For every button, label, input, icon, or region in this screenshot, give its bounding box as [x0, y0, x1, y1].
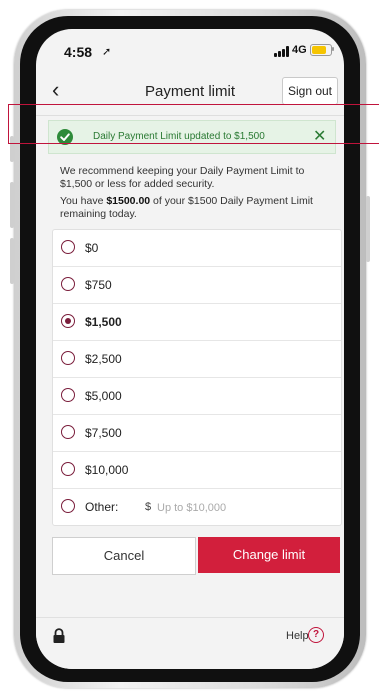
- option-10000[interactable]: $10,000: [53, 452, 341, 489]
- option-7500[interactable]: $7,500: [53, 415, 341, 452]
- option-label: $7,500: [85, 426, 122, 440]
- volume-down-button: [10, 238, 14, 284]
- remaining-prefix: You have: [60, 195, 107, 207]
- remaining-amount: $1500.00: [106, 195, 151, 207]
- option-label: $0: [85, 241, 99, 255]
- volume-up-button: [10, 182, 14, 228]
- radio-button-selected[interactable]: [61, 314, 75, 328]
- radio-button[interactable]: [61, 240, 75, 254]
- radio-button[interactable]: [61, 388, 75, 402]
- help-link[interactable]: Help: [286, 630, 309, 642]
- option-other[interactable]: Other: $: [53, 489, 341, 525]
- option-2500[interactable]: $2,500: [53, 341, 341, 378]
- network-type: 4G: [292, 44, 307, 56]
- power-button: [366, 196, 370, 262]
- location-icon: ➚: [102, 46, 112, 58]
- lock-icon: [53, 628, 65, 643]
- option-1500[interactable]: $1,500: [53, 304, 341, 341]
- option-750[interactable]: $750: [53, 267, 341, 304]
- recommendation-text: We recommend keeping your Daily Payment …: [60, 165, 305, 190]
- radio-button[interactable]: [61, 277, 75, 291]
- radio-button[interactable]: [61, 499, 75, 513]
- radio-button[interactable]: [61, 351, 75, 365]
- status-bar: 4:58 ➚ 4G: [36, 29, 344, 67]
- remaining-text: You have $1500.00 of your $1500 Daily Pa…: [60, 195, 330, 221]
- currency-prefix: $: [145, 501, 152, 513]
- footer-bar: Help ?: [36, 617, 344, 669]
- limit-options-list: $0 $750 $1,500 $2,500 $5,000 $7,500 $10,…: [52, 229, 342, 526]
- battery-icon: [310, 44, 332, 56]
- option-label: Other:: [85, 500, 119, 514]
- option-label: $10,000: [85, 463, 129, 477]
- option-0[interactable]: $0: [53, 230, 341, 267]
- change-limit-button[interactable]: Change limit: [198, 537, 340, 573]
- battery-tip: [332, 47, 334, 51]
- highlight-box: [8, 104, 379, 144]
- other-amount-input[interactable]: [155, 496, 309, 520]
- option-label: $750: [85, 278, 112, 292]
- radio-button[interactable]: [61, 425, 75, 439]
- option-label: $1,500: [85, 315, 122, 329]
- sign-out-button[interactable]: Sign out: [282, 77, 338, 105]
- option-label: $5,000: [85, 389, 122, 403]
- option-5000[interactable]: $5,000: [53, 378, 341, 415]
- help-question-icon[interactable]: ?: [308, 627, 324, 643]
- cancel-button[interactable]: Cancel: [52, 537, 196, 575]
- status-time: 4:58: [64, 44, 93, 60]
- option-label: $2,500: [85, 352, 122, 366]
- signal-icon: [274, 46, 290, 57]
- radio-button[interactable]: [61, 462, 75, 476]
